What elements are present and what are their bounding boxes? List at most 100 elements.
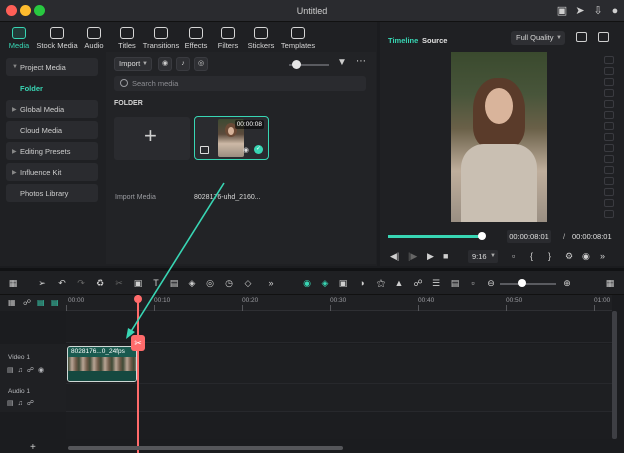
import-media-tile[interactable]: + (114, 117, 190, 160)
speaker-icon[interactable]: ♫ (18, 367, 27, 374)
add-track-button[interactable]: + (30, 442, 36, 453)
tab-timeline-preview[interactable]: Timeline (388, 36, 418, 45)
timeline-video-clip[interactable]: 8028176...0_24fps (67, 346, 137, 382)
mask-icon[interactable]: ◑ (357, 278, 367, 288)
previous-frame-icon[interactable]: ◀| (390, 252, 399, 261)
mark-out-icon[interactable]: } (548, 252, 551, 261)
grid-view-icon[interactable]: ▦ (605, 278, 615, 288)
snap-icon[interactable]: ▫ (468, 278, 478, 288)
caption-icon[interactable]: ▤ (450, 278, 460, 288)
eye-icon[interactable]: ◉ (38, 367, 48, 374)
scissors-icon[interactable]: ✂ (131, 335, 145, 351)
sidebar-item-photos-library[interactable]: Photos Library (6, 184, 98, 202)
sidebar-item-editing-presets[interactable]: ▶ Editing Presets (6, 142, 98, 160)
effects-tool-icon[interactable]: ⚝ (376, 278, 386, 288)
tab-effects[interactable]: Effects (180, 22, 212, 52)
ruler-tick-label: 00:10 (154, 297, 171, 304)
redo-icon[interactable]: ↷ (76, 278, 86, 288)
image-icon[interactable] (598, 32, 609, 42)
tab-audio[interactable]: Audio (76, 22, 112, 52)
share-icon[interactable]: ➤ (574, 5, 586, 17)
speed-icon[interactable]: ◷ (224, 278, 234, 288)
select-tool-icon[interactable]: ➢ (37, 278, 47, 288)
lock-icon[interactable]: ☍ (27, 367, 38, 374)
more-options-icon[interactable]: ⋯ (356, 56, 367, 67)
quality-value: Full Quality (516, 33, 554, 42)
gift-icon[interactable]: ▣ (556, 5, 568, 17)
playback-progress-knob[interactable] (478, 232, 486, 240)
link-icon[interactable]: ☍ (413, 278, 423, 288)
auto-ripple-icon[interactable]: ▤ (51, 298, 59, 307)
preview-eye-icon[interactable]: ◉ (243, 146, 249, 154)
color-icon[interactable]: ◈ (187, 278, 197, 288)
timeline-zoom-knob[interactable] (518, 279, 526, 287)
tab-source-preview[interactable]: Source (422, 36, 447, 45)
folder-icon[interactable]: ▤ (7, 400, 18, 407)
tab-media[interactable]: Media (0, 22, 38, 52)
undo-icon[interactable]: ↶ (57, 278, 67, 288)
snapshot-icon[interactable] (576, 32, 587, 42)
media-clip-tile[interactable]: 00:00:08 ◉ ✓ (194, 116, 269, 160)
vertical-scrollbar[interactable] (612, 311, 617, 439)
download-icon[interactable]: ⇩ (592, 5, 604, 17)
settings-icon[interactable]: ⚙ (565, 252, 573, 261)
aspect-ratio-select[interactable]: 9:16 ▼ (468, 250, 498, 263)
mark-icon[interactable]: ▫ (512, 252, 515, 261)
transform-icon[interactable]: ▤ (169, 278, 179, 288)
delete-icon[interactable]: ♻ (95, 278, 105, 288)
playhead-handle[interactable] (134, 295, 142, 303)
search-input[interactable]: Search media (114, 76, 366, 91)
ai-tool-icon[interactable]: ◉ (302, 278, 312, 288)
time-ruler[interactable]: 00:00 00:10 00:20 00:30 00:40 00:50 01:0… (66, 295, 612, 311)
tab-transitions[interactable]: Transitions (142, 22, 180, 52)
mark-in-icon[interactable]: { (530, 252, 533, 261)
more-tools-icon[interactable]: » (266, 278, 276, 288)
play-icon[interactable]: ▶ (427, 252, 434, 261)
tab-titles[interactable]: Titles (112, 22, 142, 52)
crop-icon[interactable]: ▣ (133, 278, 143, 288)
horizontal-scrollbar[interactable] (68, 446, 343, 450)
timeline-zoom-slider[interactable] (500, 283, 556, 285)
microphone-icon[interactable]: ♪ (176, 57, 190, 71)
tab-stock-media[interactable]: Stock Media (36, 22, 78, 52)
zoom-out-icon[interactable]: ⊖ (486, 278, 496, 288)
unlink-icon[interactable]: ☍ (23, 298, 31, 307)
sidebar-item-global-media[interactable]: ▶ Global Media (6, 100, 98, 118)
current-timecode[interactable]: 00:00:08:01 (507, 230, 551, 243)
sticker-icon[interactable]: ▣ (338, 278, 348, 288)
zoom-clip-icon[interactable]: ◎ (205, 278, 215, 288)
tab-filters[interactable]: Filters (212, 22, 244, 52)
audio-mixer-icon[interactable]: ☰ (431, 278, 441, 288)
chevron-right-icon: ▶ (12, 106, 17, 113)
motion-tracking-icon[interactable]: ◈ (320, 278, 330, 288)
fullscreen-icon[interactable]: » (600, 252, 605, 261)
record-screen-icon[interactable]: ◉ (158, 57, 172, 71)
user-icon[interactable]: ● (609, 5, 621, 17)
speaker-icon[interactable]: ♫ (18, 400, 27, 407)
sidebar-item-influence-kit[interactable]: ▶ Influence Kit (6, 163, 98, 181)
keyframe-icon[interactable]: ◇ (243, 278, 253, 288)
cut-icon[interactable]: ✂ (114, 278, 124, 288)
layout-grid-icon[interactable]: ▦ (8, 278, 18, 288)
magnet-icon[interactable]: ▤ (37, 298, 45, 307)
camera-icon[interactable]: ◉ (582, 252, 590, 261)
text-icon[interactable]: T (151, 278, 161, 288)
tab-stickers[interactable]: Stickers (244, 22, 278, 52)
sidebar-item-cloud-media[interactable]: Cloud Media (6, 121, 98, 139)
thumbnail-size-slider-knob[interactable] (292, 60, 301, 69)
quality-select[interactable]: Full Quality ▼ (511, 31, 565, 45)
lock-icon[interactable]: ☍ (27, 400, 38, 407)
filter-icon[interactable]: ▼ (337, 57, 347, 68)
shield-icon[interactable]: ▲ (394, 278, 404, 288)
next-frame-icon[interactable]: |▶ (408, 252, 417, 261)
playhead[interactable] (137, 295, 139, 453)
zoom-in-icon[interactable]: ⊕ (562, 278, 572, 288)
add-track-icon[interactable]: ▦ (8, 298, 16, 307)
ai-image-icon[interactable]: ◎ (194, 57, 208, 71)
folder-icon[interactable]: ▤ (7, 367, 18, 374)
sidebar-item-folder[interactable]: Folder (6, 79, 98, 97)
import-button[interactable]: Import ▼ (114, 57, 152, 71)
stop-icon[interactable]: ■ (443, 252, 448, 261)
sidebar-item-project-media[interactable]: ▼ Project Media (6, 58, 98, 76)
tab-templates[interactable]: Templates (278, 22, 318, 52)
